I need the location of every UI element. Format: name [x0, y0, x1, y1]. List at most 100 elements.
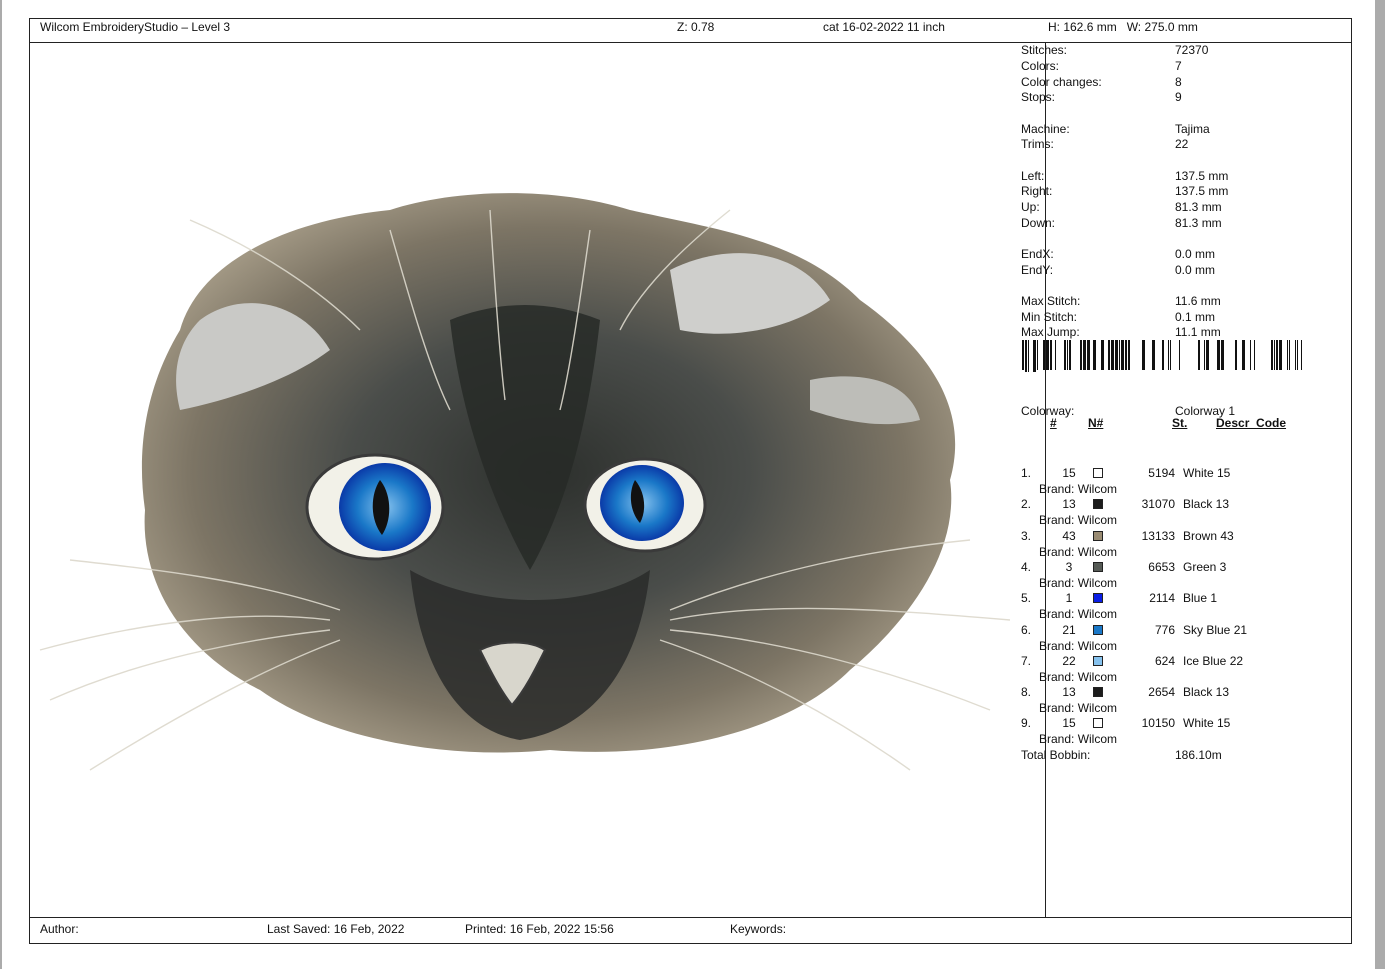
thread-brand: Brand: Wilcom: [1039, 576, 1118, 590]
color-row: 2. 13 31070 Black 13: [1021, 497, 1321, 512]
thread-description: Black 13: [1183, 685, 1230, 699]
barcode-bar: [1101, 340, 1104, 370]
keywords-label: Keywords:: [730, 922, 787, 936]
barcode-bar: [1179, 340, 1180, 370]
author-label: Author:: [40, 922, 79, 936]
barcode-bar: [1055, 340, 1056, 370]
barcode-bar: [1067, 340, 1068, 370]
color-row: 3. 43 13133 Brown 43: [1021, 529, 1321, 544]
thread-description: Ice Blue 22: [1183, 654, 1244, 668]
color-index: 3.: [1021, 529, 1032, 543]
barcode-bar: [1111, 340, 1114, 370]
barcode-bar: [1028, 340, 1029, 372]
barcode-bar: [1279, 340, 1282, 370]
stitch-count: 5194: [1148, 466, 1175, 480]
stitch-count: 10150: [1141, 716, 1175, 730]
thread-color-swatch: [1093, 687, 1103, 697]
header-divider: [30, 42, 1351, 43]
barcode-bar: [1033, 340, 1036, 372]
color-index: 1.: [1021, 466, 1032, 480]
needle-number: 3: [1065, 560, 1073, 574]
col-header-stitches: St.: [1172, 416, 1188, 430]
barcode-bar: [1287, 340, 1288, 370]
color-row: 1. 15 5194 White 15: [1021, 466, 1321, 481]
barcode-bar: [1242, 340, 1245, 370]
last-saved: Last Saved: 16 Feb, 2022: [267, 922, 405, 936]
thread-description: Black 13: [1183, 497, 1230, 511]
embroidery-design-preview: [39, 193, 1011, 771]
barcode-bar: [1235, 340, 1237, 370]
stitch-count: 624: [1154, 654, 1175, 668]
thread-description: Sky Blue 21: [1183, 623, 1248, 637]
color-row: 5. 1 2114 Blue 1: [1021, 591, 1321, 606]
barcode-bar: [1119, 340, 1120, 370]
barcode-bar: [1069, 340, 1071, 370]
stitch-count: 2654: [1148, 685, 1175, 699]
barcode-bar: [1083, 340, 1086, 370]
thread-color-swatch: [1093, 625, 1103, 635]
thread-brand: Brand: Wilcom: [1039, 513, 1118, 527]
barcode-bar: [1198, 340, 1200, 370]
thread-brand: Brand: Wilcom: [1039, 732, 1118, 746]
thread-description: White 15: [1183, 466, 1231, 480]
barcode-bar: [1204, 340, 1205, 370]
needle-number: 43: [1062, 529, 1076, 543]
col-header-number: #: [1050, 416, 1057, 430]
thread-description: Blue 1: [1183, 591, 1218, 605]
stitch-count: 776: [1154, 623, 1175, 637]
barcode-bar: [1217, 340, 1220, 370]
printed-date: Printed: 16 Feb, 2022 15:56: [465, 922, 614, 936]
needle-number: 1: [1065, 591, 1073, 605]
color-row: 9. 15 10150 White 15: [1021, 716, 1321, 731]
needle-number: 21: [1062, 623, 1076, 637]
needle-number: 22: [1062, 654, 1076, 668]
barcode-bar: [1276, 340, 1278, 370]
barcode-bar: [1152, 340, 1155, 370]
color-index: 5.: [1021, 591, 1032, 605]
stitch-count: 2114: [1149, 591, 1175, 605]
barcode-bar: [1022, 340, 1024, 370]
needle-number: 13: [1062, 685, 1076, 699]
barcode-bar: [1093, 340, 1096, 370]
color-index: 4.: [1021, 560, 1032, 574]
barcode-bar: [1037, 340, 1038, 370]
col-header-needle: N#: [1088, 416, 1104, 430]
design-name: cat 16-02-2022 11 inch: [823, 20, 945, 34]
barcode-bar: [1043, 340, 1045, 370]
thread-brand: Brand: Wilcom: [1039, 701, 1118, 715]
barcode-bar: [1221, 340, 1224, 370]
barcode-image: [1022, 340, 1302, 372]
design-dimensions: H: 162.6 mm W: 275.0 mm: [1048, 20, 1198, 34]
thread-brand: Brand: Wilcom: [1039, 607, 1118, 621]
barcode-bar: [1128, 340, 1130, 370]
stitch-count: 13133: [1141, 529, 1175, 543]
stitch-count: 31070: [1141, 497, 1175, 511]
thread-brand: Brand: Wilcom: [1039, 670, 1118, 684]
needle-number: 15: [1062, 716, 1076, 730]
barcode-bar: [1046, 340, 1049, 370]
barcode-bar: [1121, 340, 1124, 370]
barcode-bar: [1087, 340, 1090, 370]
barcode-bar: [1274, 340, 1275, 370]
app-title: Wilcom EmbroideryStudio – Level 3: [40, 20, 231, 34]
thread-brand: Brand: Wilcom: [1039, 545, 1118, 559]
barcode-bar: [1254, 340, 1255, 370]
color-row: 8. 13 2654 Black 13: [1021, 685, 1321, 700]
cat-fur: [141, 193, 956, 753]
stitch-count: 6653: [1148, 560, 1175, 574]
thread-color-swatch: [1093, 656, 1103, 666]
thread-color-swatch: [1093, 562, 1103, 572]
barcode-bar: [1125, 340, 1127, 370]
barcode-bar: [1080, 340, 1082, 370]
thread-description: White 15: [1183, 716, 1231, 730]
needle-number: 15: [1062, 466, 1076, 480]
cat-left-eye: [305, 453, 445, 561]
barcode-bar: [1115, 340, 1118, 370]
barcode-bar: [1297, 340, 1298, 370]
color-index: 6.: [1021, 623, 1032, 637]
thread-description: Brown 43: [1183, 529, 1234, 543]
barcode-bar: [1206, 340, 1209, 370]
barcode-bar: [1168, 340, 1169, 370]
thread-brand: Brand: Wilcom: [1039, 482, 1118, 496]
thread-description: Green 3: [1183, 560, 1227, 574]
